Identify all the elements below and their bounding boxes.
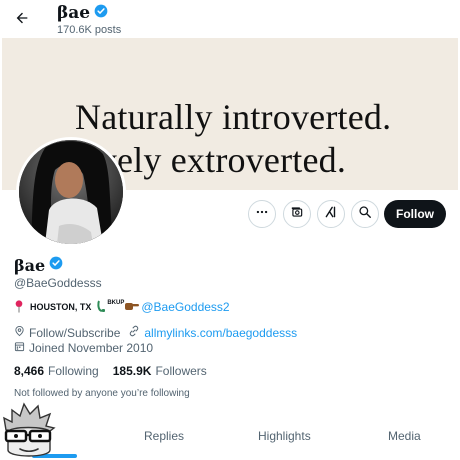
not-followed-text: Not followed by anyone you’re following [14,388,190,399]
bio-location: HOUSTON, TX [30,302,92,312]
tab-replies[interactable]: Replies [144,429,184,443]
tab-highlights[interactable]: Highlights [258,429,311,443]
following-count: 8,466 [14,364,45,378]
verified-badge-icon [94,4,108,23]
subscribe-button[interactable] [283,200,311,228]
display-name: βae [14,256,46,275]
search-icon [358,205,372,224]
top-profile-name: βae [57,3,91,23]
following-link[interactable]: 8,466 Following [14,364,99,378]
arrow-left-icon[interactable] [10,6,34,30]
profile-handle: @BaeGoddesss [14,276,102,290]
joined-row: Joined November 2010 [14,341,153,355]
more-horizontal-icon [255,205,269,224]
website-link[interactable]: allmylinks.com/baegoddesss [144,326,297,340]
profile-info-row: Follow/Subscribe allmylinks.com/baegodde… [14,325,297,340]
subscribe-icon [290,205,304,224]
verified-badge-icon [49,256,63,275]
search-button[interactable] [351,200,379,228]
following-label: Following [48,364,99,378]
sticker-image [0,400,58,460]
profile-bio: HOUSTON, TX BKUP @BaeGoddess2 [14,299,230,315]
follow-counts: 8,466 Following 185.9K Followers [14,364,207,378]
display-name-wrap: βae [14,256,63,275]
backup-account-link[interactable]: @BaeGoddess2 [141,300,229,314]
location-text: Follow/Subscribe [29,325,121,340]
profile-page: βae 170.6K posts Naturally introverted. … [0,0,460,460]
joined-date: Joined November 2010 [29,341,154,355]
tab-media[interactable]: Media [388,429,421,443]
phone-icon [97,299,107,315]
grok-button[interactable] [317,200,345,228]
banner-text-line1: Naturally introverted. [75,97,392,137]
post-count: 170.6K posts [57,24,122,36]
followers-link[interactable]: 185.9K Followers [113,364,207,378]
more-button[interactable] [248,200,276,228]
location-icon [14,325,25,340]
calendar-icon [14,341,25,355]
follow-button[interactable]: Follow [384,200,446,228]
followers-label: Followers [155,364,207,378]
pin-icon [14,299,24,315]
followers-count: 185.9K [112,364,152,378]
grok-icon [324,205,338,224]
top-bar: βae 170.6K posts [0,0,460,38]
pointing-hand-icon [125,301,140,313]
avatar[interactable] [16,137,126,247]
top-name-wrap: βae [57,3,108,23]
bio-bkup: BKUP [107,300,125,306]
link-icon [128,325,140,340]
